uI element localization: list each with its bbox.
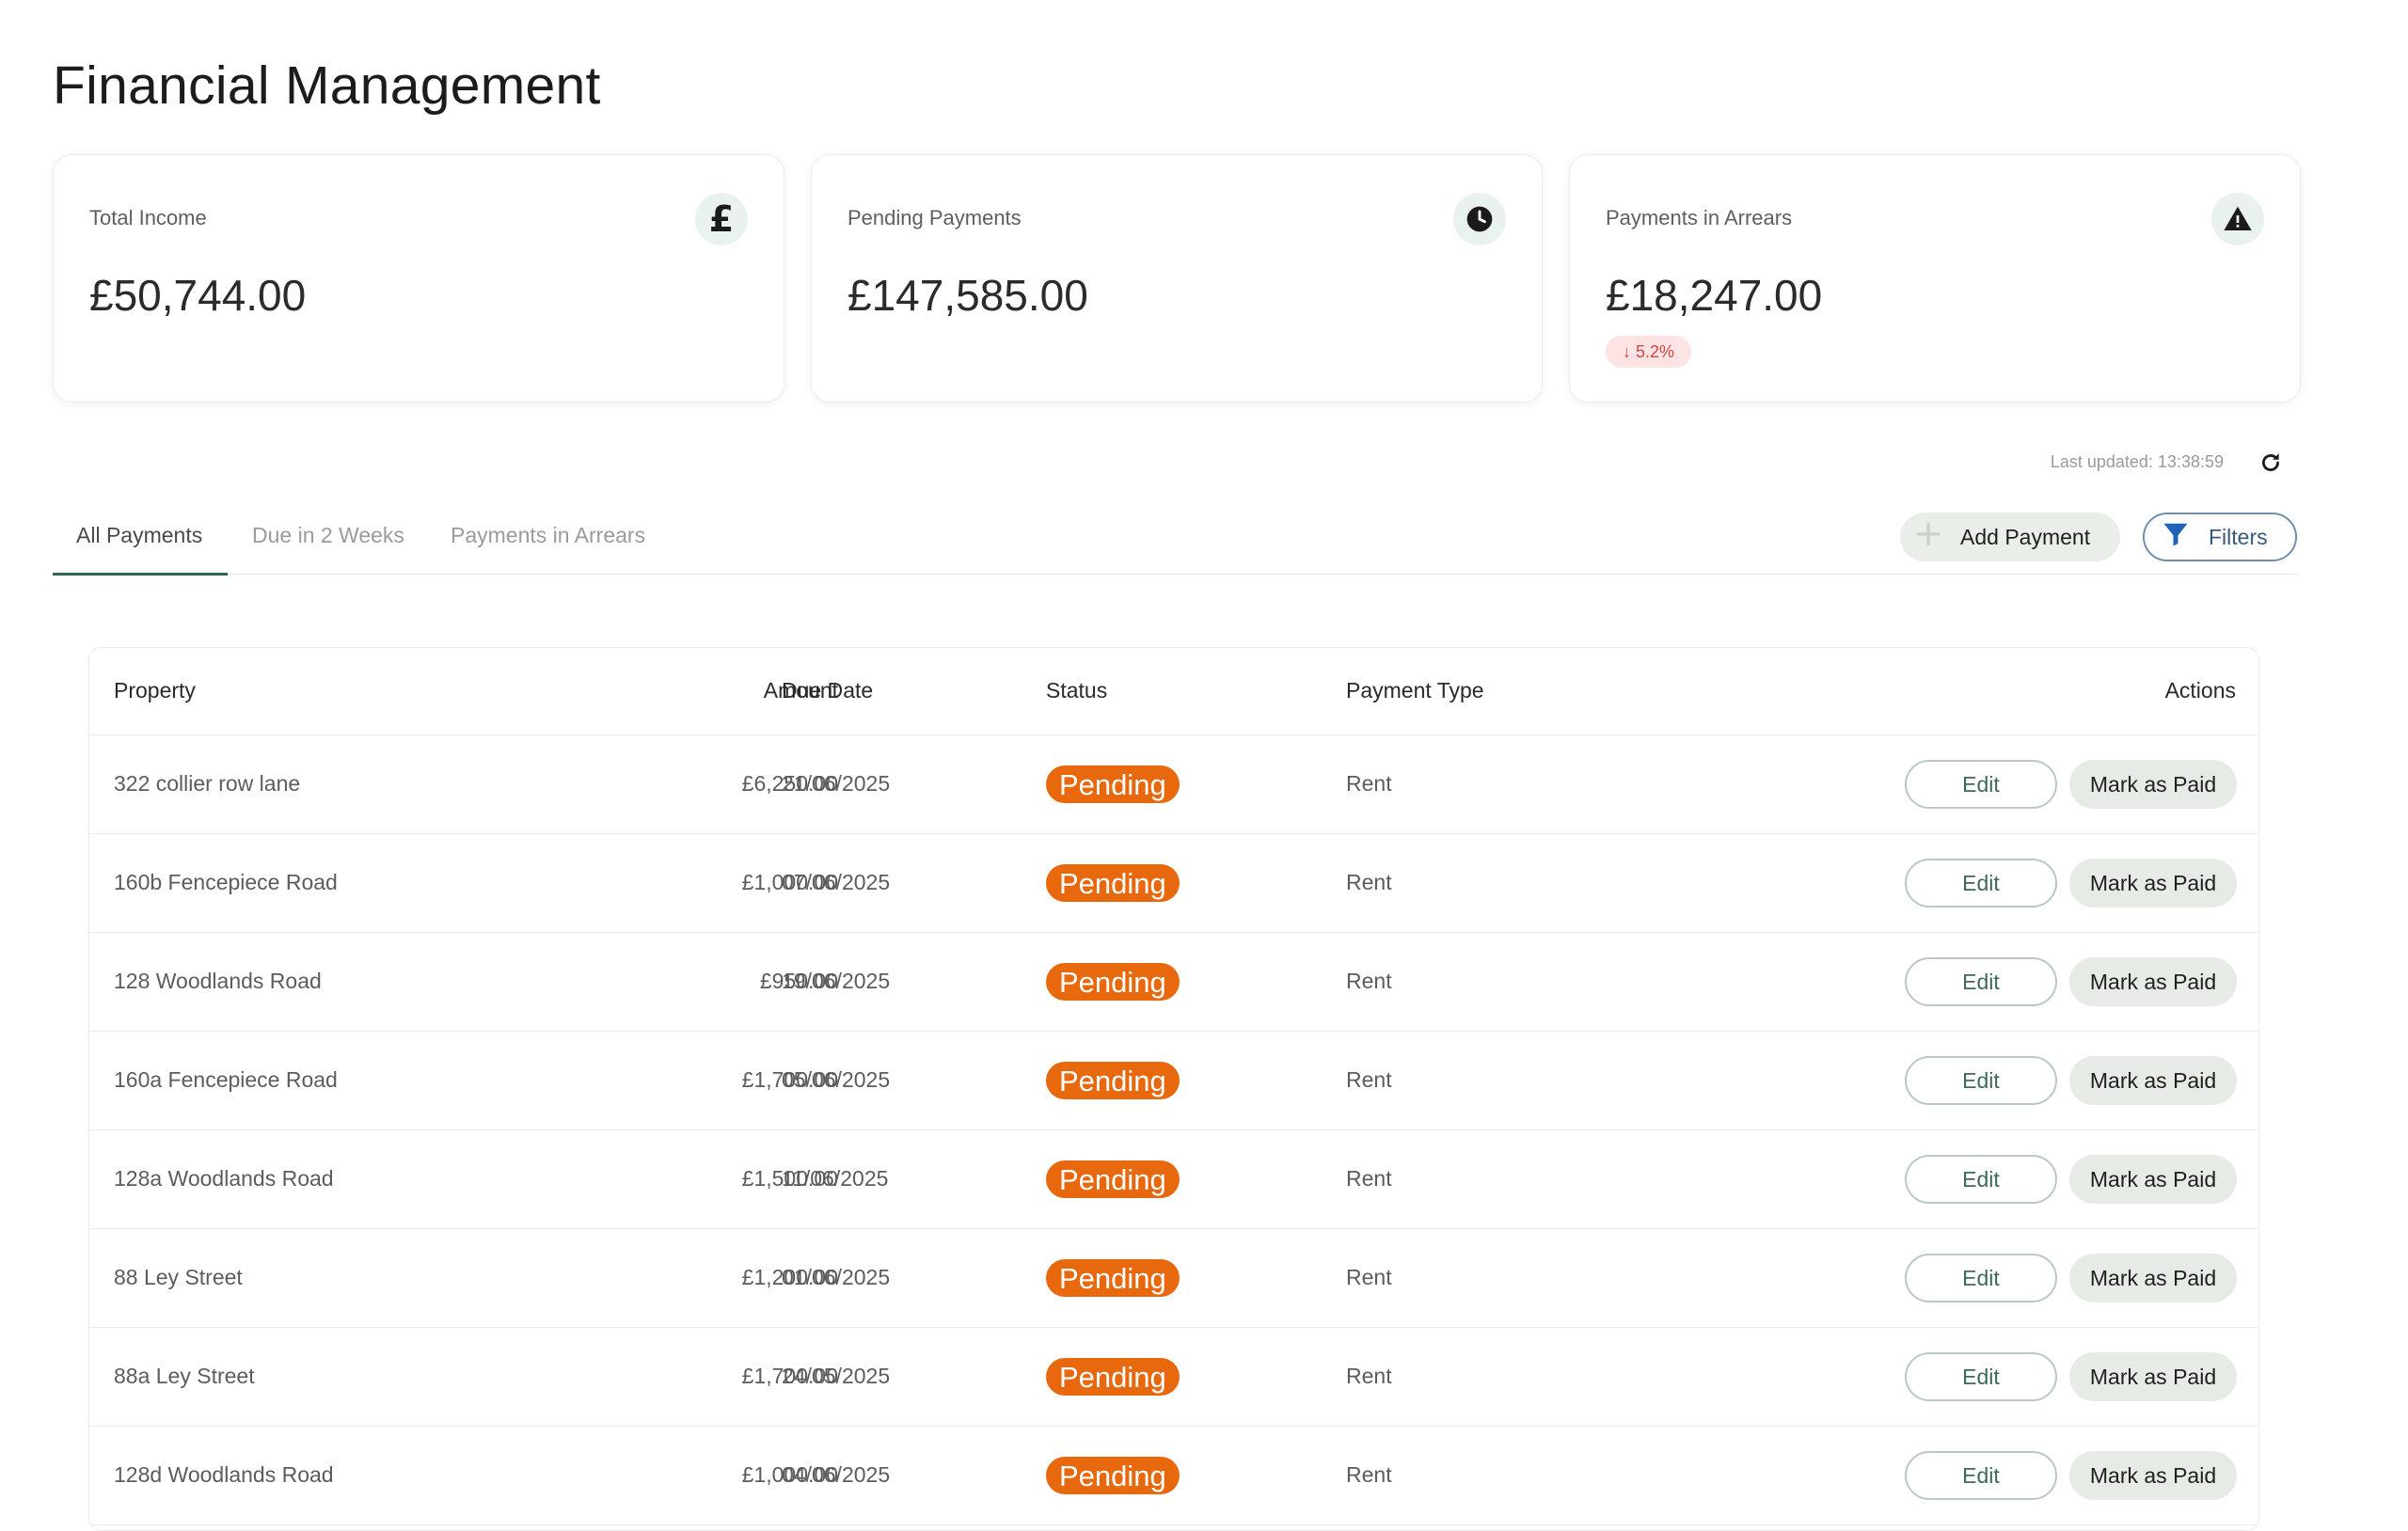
card-value: £147,585.00 [848, 271, 1088, 320]
status-badge: Pending [1046, 1259, 1180, 1297]
status-badge: Pending [1046, 1160, 1180, 1198]
edit-button[interactable]: Edit [1905, 1451, 2057, 1500]
due-date-cell: 21/06/2025 [782, 771, 891, 796]
table-row: 128 Woodlands Road £950.00 19/06/2025 Pe… [89, 933, 2258, 1032]
card-label: Payments in Arrears [1606, 206, 1793, 229]
pound-icon: £ [695, 193, 748, 245]
tab-due-in-2-weeks[interactable]: Due in 2 Weeks [252, 523, 404, 548]
property-cell: 128a Woodlands Road [114, 1166, 334, 1191]
add-payment-button[interactable]: Add Payment [1900, 513, 2120, 561]
payment-type-cell: Rent [1346, 771, 1392, 796]
table-row: 88 Ley Street £1,200.00 01/06/2025 Pendi… [89, 1229, 2258, 1328]
table-header: Property Amount Due Date Status Payment … [89, 648, 2258, 735]
due-date-cell: 19/06/2025 [782, 969, 891, 993]
due-date-cell: 05/06/2025 [782, 1067, 891, 1092]
payment-type-cell: Rent [1346, 1364, 1392, 1388]
property-cell: 160a Fencepiece Road [114, 1067, 338, 1092]
due-date-cell: 11/06/2025 [782, 1166, 889, 1191]
due-date-cell: 04/06/2025 [782, 1462, 891, 1487]
card-value: £50,744.00 [89, 271, 307, 320]
last-updated-text: Last updated: 13:38:59 [2050, 452, 2224, 471]
pending-payments-card: Pending Payments £147,585.00 [811, 154, 1543, 402]
add-payment-label: Add Payment [1960, 524, 2091, 549]
mark-as-paid-button[interactable]: Mark as Paid [2069, 1451, 2237, 1500]
mark-as-paid-button[interactable]: Mark as Paid [2069, 760, 2237, 809]
page-title: Financial Management [53, 55, 601, 116]
table-row: 88a Ley Street £1,700.00 24/05/2025 Pend… [89, 1328, 2258, 1427]
card-value: £18,247.00 [1606, 271, 1823, 320]
filters-label: Filters [2209, 524, 2268, 549]
payment-type-cell: Rent [1346, 1166, 1392, 1191]
payment-type-cell: Rent [1346, 1462, 1392, 1487]
refresh-icon[interactable] [2256, 448, 2286, 478]
due-date-cell: 24/05/2025 [782, 1364, 891, 1388]
mark-as-paid-button[interactable]: Mark as Paid [2069, 957, 2237, 1006]
header-actions: Actions [2164, 678, 2236, 702]
summary-cards: Total Income £50,744.00 £ Pending Paymen… [53, 154, 2301, 402]
mark-as-paid-button[interactable]: Mark as Paid [2069, 1254, 2237, 1302]
header-due-date: Due Date [782, 678, 874, 702]
payment-type-cell: Rent [1346, 1265, 1392, 1289]
edit-button[interactable]: Edit [1905, 957, 2057, 1006]
edit-button[interactable]: Edit [1905, 859, 2057, 908]
table-body: 322 collier row lane £6,250.00 21/06/202… [89, 735, 2258, 1525]
mark-as-paid-button[interactable]: Mark as Paid [2069, 1352, 2237, 1401]
tab-all-payments[interactable]: All Payments [76, 523, 202, 548]
due-date-cell: 07/06/2025 [782, 870, 891, 894]
property-cell: 128 Woodlands Road [114, 969, 322, 993]
table-row: 128a Woodlands Road £1,500.00 11/06/2025… [89, 1130, 2258, 1229]
active-tab-indicator [53, 573, 228, 576]
status-badge: Pending [1046, 766, 1180, 803]
mark-as-paid-button[interactable]: Mark as Paid [2069, 1155, 2237, 1204]
edit-button[interactable]: Edit [1905, 1254, 2057, 1302]
property-cell: 88a Ley Street [114, 1364, 255, 1388]
payment-type-cell: Rent [1346, 870, 1392, 894]
mark-as-paid-button[interactable]: Mark as Paid [2069, 1056, 2237, 1105]
table-row: 160b Fencepiece Road £1,000.00 07/06/202… [89, 834, 2258, 933]
total-income-card: Total Income £50,744.00 £ [53, 154, 784, 402]
payments-in-arrears-card: Payments in Arrears £18,247.00 ↓ 5.2% [1569, 154, 2301, 402]
due-date-cell: 01/06/2025 [782, 1265, 891, 1289]
warning-icon [2211, 193, 2264, 245]
payment-type-cell: Rent [1346, 969, 1392, 993]
status-badge: Pending [1046, 963, 1180, 1001]
status-badge: Pending [1046, 1062, 1180, 1099]
status-badge: Pending [1046, 1457, 1180, 1494]
property-cell: 88 Ley Street [114, 1265, 243, 1289]
header-property: Property [114, 678, 196, 702]
edit-button[interactable]: Edit [1905, 760, 2057, 809]
property-cell: 128d Woodlands Road [114, 1462, 334, 1487]
table-row: 322 collier row lane £6,250.00 21/06/202… [89, 735, 2258, 834]
edit-button[interactable]: Edit [1905, 1056, 2057, 1105]
status-badge: Pending [1046, 1358, 1180, 1396]
table-row: 160a Fencepiece Road £1,700.00 05/06/202… [89, 1032, 2258, 1130]
filters-button[interactable]: Filters [2143, 513, 2297, 561]
mark-as-paid-button[interactable]: Mark as Paid [2069, 859, 2237, 908]
table-row: 128d Woodlands Road £1,000.00 04/06/2025… [89, 1427, 2258, 1525]
payments-table: Property Amount Due Date Status Payment … [88, 647, 2259, 1531]
tab-payments-in-arrears[interactable]: Payments in Arrears [451, 523, 645, 548]
header-payment-type: Payment Type [1346, 678, 1484, 702]
plus-icon [1913, 519, 1943, 555]
property-cell: 160b Fencepiece Road [114, 870, 338, 894]
card-label: Total Income [89, 206, 207, 229]
header-status: Status [1046, 678, 1108, 702]
clock-icon [1453, 193, 1506, 245]
edit-button[interactable]: Edit [1905, 1352, 2057, 1401]
edit-button[interactable]: Edit [1905, 1155, 2057, 1204]
filter-icon [2162, 520, 2190, 554]
payment-type-cell: Rent [1346, 1067, 1392, 1092]
card-label: Pending Payments [848, 206, 1022, 229]
trend-badge: ↓ 5.2% [1606, 336, 1692, 368]
status-badge: Pending [1046, 864, 1180, 902]
property-cell: 322 collier row lane [114, 771, 301, 796]
